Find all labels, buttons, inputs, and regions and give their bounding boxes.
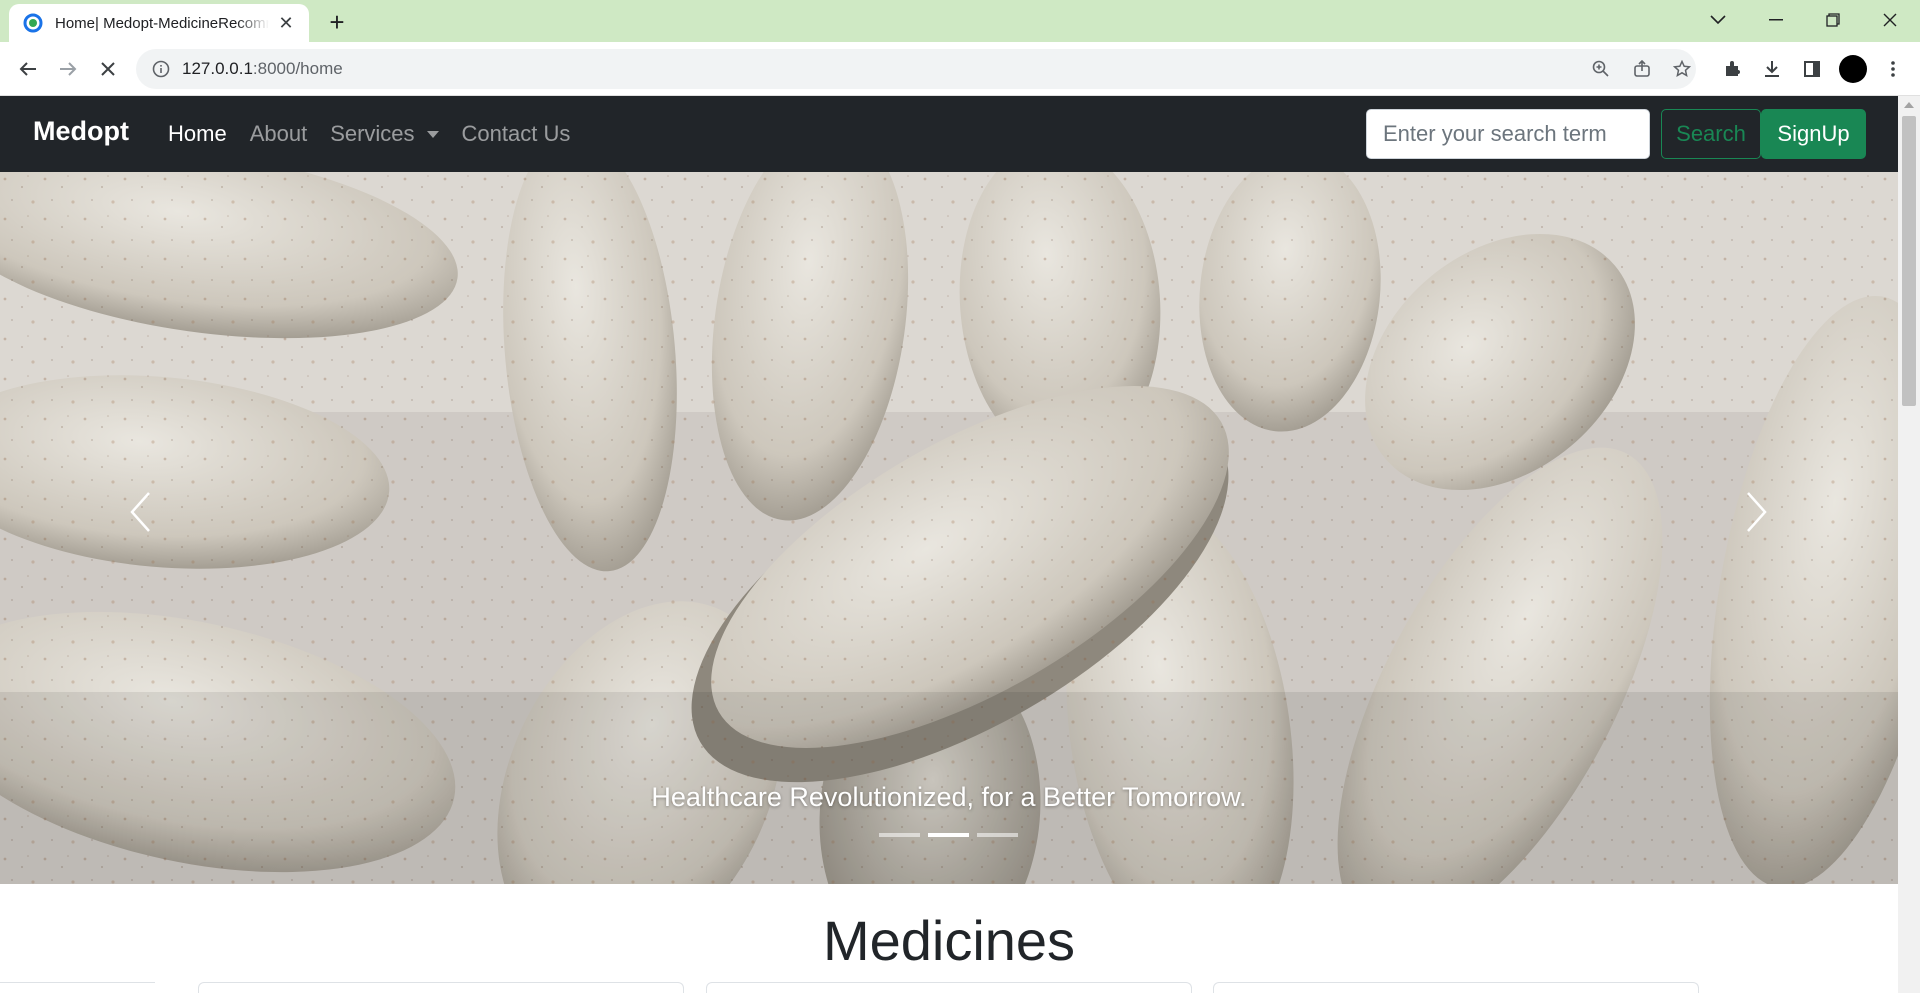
carousel-caption: Healthcare Revolutionized, for a Better …	[651, 782, 1247, 812]
bookmark-star-icon[interactable]	[1666, 53, 1698, 85]
share-icon[interactable]	[1626, 53, 1658, 85]
download-icon[interactable]	[1756, 53, 1788, 85]
nav-about[interactable]: About	[250, 121, 308, 147]
nav-home[interactable]: Home	[168, 121, 227, 147]
site-favicon-icon	[23, 13, 43, 33]
minimize-icon[interactable]	[1748, 0, 1804, 40]
pills-photo	[0, 172, 1898, 884]
divider	[0, 982, 155, 993]
scroll-up-arrow-icon[interactable]	[1904, 102, 1914, 108]
url-text: 127.0.0.1:8000/home	[182, 59, 343, 78]
tab-title: Home| Medopt-MedicineRecommender	[55, 14, 269, 32]
signup-button[interactable]: SignUp	[1761, 109, 1866, 159]
chevron-left-icon	[130, 492, 150, 532]
carousel-indicators	[879, 833, 1026, 837]
carousel-indicator-1[interactable]	[879, 833, 920, 837]
extensions-icon[interactable]	[1716, 53, 1748, 85]
stop-loading-icon[interactable]	[92, 53, 124, 85]
search-input[interactable]	[1366, 109, 1650, 159]
medicine-card[interactable]	[198, 982, 684, 993]
medicine-card[interactable]	[706, 982, 1192, 993]
carousel-indicator-2[interactable]	[928, 833, 969, 837]
medicines-heading: Medicines	[822, 909, 1076, 972]
brand-logo[interactable]: Medopt	[33, 116, 129, 147]
site-info-icon[interactable]	[152, 60, 170, 78]
browser-tab[interactable]: Home| Medopt-MedicineRecommender ✕	[9, 4, 309, 42]
carousel-next-button[interactable]	[1726, 482, 1786, 542]
scrollbar-thumb[interactable]	[1902, 116, 1916, 406]
nav-contact[interactable]: Contact Us	[462, 121, 571, 147]
browser-toolbar: 127.0.0.1:8000/home	[0, 42, 1920, 96]
new-tab-button[interactable]: +	[322, 7, 352, 37]
zoom-icon[interactable]	[1585, 53, 1617, 85]
forward-icon[interactable]	[52, 53, 84, 85]
medicine-card[interactable]	[1213, 982, 1699, 993]
nav-services-dropdown[interactable]: Services	[330, 121, 439, 147]
address-bar[interactable]: 127.0.0.1:8000/home	[136, 49, 1696, 89]
page-scrollbar[interactable]	[1898, 96, 1920, 993]
tab-search-icon[interactable]	[1690, 0, 1746, 40]
search-button[interactable]: Search	[1661, 109, 1761, 159]
restore-icon[interactable]	[1805, 0, 1861, 40]
close-window-icon[interactable]	[1862, 0, 1918, 40]
chevron-down-icon	[426, 130, 439, 138]
profile-avatar[interactable]	[1839, 55, 1867, 83]
carousel-indicator-3[interactable]	[977, 833, 1018, 837]
chevron-right-icon	[1747, 492, 1767, 532]
back-icon[interactable]	[12, 53, 44, 85]
carousel-previous-button[interactable]	[111, 482, 171, 542]
close-tab-icon[interactable]: ✕	[275, 12, 297, 34]
hero-carousel: Healthcare Revolutionized, for a Better …	[0, 172, 1898, 884]
side-panel-icon[interactable]	[1796, 53, 1828, 85]
nav-links: Home About Services Contact Us	[168, 96, 593, 172]
site-navbar: Medopt Home About Services Contact Us Se…	[0, 96, 1898, 172]
browser-tabstrip: Home| Medopt-MedicineRecommender ✕ +	[0, 0, 1920, 42]
web-page: Medopt Home About Services Contact Us Se…	[0, 96, 1898, 993]
menu-kebab-icon[interactable]	[1877, 53, 1909, 85]
